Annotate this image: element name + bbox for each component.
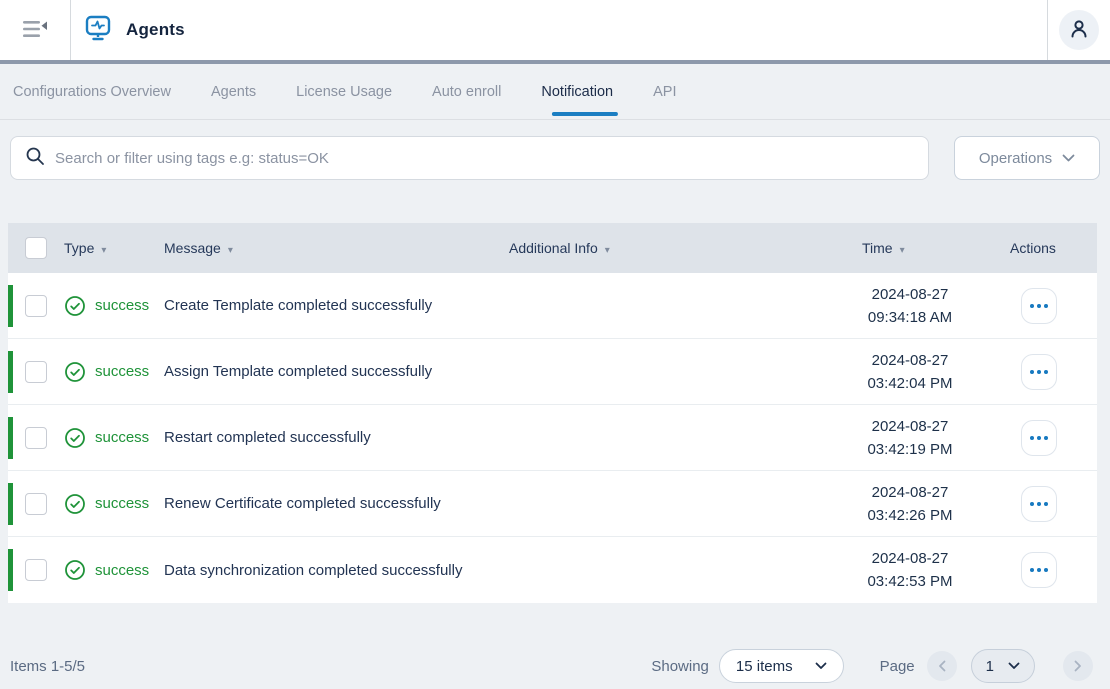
tab-notification[interactable]: Notification	[541, 64, 613, 119]
items-per-page-select[interactable]: 15 items	[719, 649, 844, 683]
tab-bar: Configurations Overview Agents License U…	[0, 64, 1110, 120]
tab-label: License Usage	[296, 84, 392, 100]
sort-icon[interactable]: ▾	[605, 246, 610, 256]
table-row: success Assign Template completed succes…	[8, 339, 1097, 405]
user-icon	[1068, 18, 1090, 43]
row-actions-button[interactable]	[1021, 552, 1057, 588]
items-count-label: Items 1-5/5	[10, 658, 85, 675]
menu-fold-icon	[22, 19, 48, 42]
row-message: Assign Template completed successfully	[164, 363, 432, 380]
operations-button[interactable]: Operations	[954, 136, 1100, 180]
page-label: Page	[880, 658, 915, 675]
column-header-actions: Actions	[1004, 223, 1097, 273]
ellipsis-icon	[1030, 436, 1034, 440]
row-actions-button[interactable]	[1021, 420, 1057, 456]
search-icon	[25, 146, 45, 171]
operations-button-label: Operations	[979, 150, 1052, 167]
chevron-down-icon	[1008, 662, 1020, 670]
table-row: success Restart completed successfully 2…	[8, 405, 1097, 471]
row-actions-button[interactable]	[1021, 354, 1057, 390]
row-type-label: success	[95, 429, 149, 446]
row-actions-button[interactable]	[1021, 486, 1057, 522]
table-row: success Create Template completed succes…	[8, 273, 1097, 339]
table-body: success Create Template completed succes…	[8, 273, 1097, 603]
table-row: success Data synchronization completed s…	[8, 537, 1097, 603]
row-time: 2024-08-27 03:42:04 PM	[862, 349, 958, 395]
row-checkbox[interactable]	[25, 361, 47, 383]
select-all-checkbox[interactable]	[25, 237, 47, 259]
row-time: 2024-08-27 03:42:53 PM	[862, 547, 958, 593]
check-circle-icon	[64, 493, 86, 515]
search-input[interactable]	[55, 150, 914, 167]
row-actions-button[interactable]	[1021, 288, 1057, 324]
row-checkbox[interactable]	[25, 427, 47, 449]
check-circle-icon	[64, 559, 86, 581]
row-checkbox[interactable]	[25, 559, 47, 581]
pagination-bar: Items 1-5/5 Showing 15 items Page 1	[10, 649, 1093, 683]
column-header-type[interactable]: Type ▾	[64, 223, 164, 273]
tab-label: Notification	[541, 84, 613, 100]
tab-label: Agents	[211, 84, 256, 100]
tab-configurations-overview[interactable]: Configurations Overview	[13, 64, 171, 119]
chevron-down-icon	[815, 662, 827, 670]
page-title: Agents	[126, 20, 185, 40]
ellipsis-icon	[1030, 370, 1034, 374]
sort-icon[interactable]: ▾	[900, 246, 905, 256]
column-header-time[interactable]: Time ▾	[854, 223, 1004, 273]
sort-icon[interactable]: ▾	[101, 246, 106, 256]
ellipsis-icon	[1030, 304, 1034, 308]
row-status-accent	[8, 417, 13, 459]
table-row: success Renew Certificate completed succ…	[8, 471, 1097, 537]
page-number-select[interactable]: 1	[971, 649, 1035, 683]
row-time: 2024-08-27 09:34:18 AM	[862, 283, 958, 329]
next-page-button[interactable]	[1063, 651, 1093, 681]
showing-label: Showing	[651, 658, 709, 675]
app-header: Agents	[0, 0, 1110, 60]
row-status-accent	[8, 351, 13, 393]
row-checkbox[interactable]	[25, 295, 47, 317]
tab-api[interactable]: API	[653, 64, 676, 119]
monitor-pulse-icon	[83, 13, 113, 48]
chevron-right-icon	[1074, 660, 1082, 672]
column-header-message[interactable]: Message ▾	[164, 223, 509, 273]
chevron-left-icon	[938, 660, 946, 672]
previous-page-button[interactable]	[927, 651, 957, 681]
row-status-accent	[8, 549, 13, 591]
notifications-table: Type ▾ Message ▾ Additional Info ▾ Time …	[8, 223, 1097, 603]
row-message: Restart completed successfully	[164, 429, 371, 446]
table-header-row: Type ▾ Message ▾ Additional Info ▾ Time …	[8, 223, 1097, 273]
check-circle-icon	[64, 295, 86, 317]
chevron-down-icon	[1062, 154, 1075, 162]
tab-label: Configurations Overview	[13, 84, 171, 100]
sidebar-toggle-button[interactable]	[15, 10, 55, 50]
column-header-additional-info[interactable]: Additional Info ▾	[509, 223, 854, 273]
tab-license-usage[interactable]: License Usage	[296, 64, 392, 119]
search-row: Operations	[10, 136, 1100, 180]
tab-auto-enroll[interactable]: Auto enroll	[432, 64, 501, 119]
row-time: 2024-08-27 03:42:26 PM	[862, 481, 958, 527]
check-circle-icon	[64, 427, 86, 449]
row-type-label: success	[95, 363, 149, 380]
row-type-label: success	[95, 495, 149, 512]
tab-label: API	[653, 84, 676, 100]
tab-agents[interactable]: Agents	[211, 64, 256, 119]
row-checkbox[interactable]	[25, 493, 47, 515]
row-time: 2024-08-27 03:42:19 PM	[862, 415, 958, 461]
sort-icon[interactable]: ▾	[228, 246, 233, 256]
user-menu-button[interactable]	[1059, 10, 1099, 50]
items-per-page-value: 15 items	[736, 658, 793, 675]
row-type-label: success	[95, 562, 149, 579]
tab-label: Auto enroll	[432, 84, 501, 100]
page-number-value: 1	[986, 658, 994, 675]
row-message: Renew Certificate completed successfully	[164, 495, 441, 512]
row-status-accent	[8, 483, 13, 525]
ellipsis-icon	[1030, 502, 1034, 506]
check-circle-icon	[64, 361, 86, 383]
row-message: Create Template completed successfully	[164, 297, 432, 314]
row-type-label: success	[95, 297, 149, 314]
search-box[interactable]	[10, 136, 929, 180]
row-status-accent	[8, 285, 13, 327]
ellipsis-icon	[1030, 568, 1034, 572]
row-message: Data synchronization completed successfu…	[164, 562, 462, 579]
